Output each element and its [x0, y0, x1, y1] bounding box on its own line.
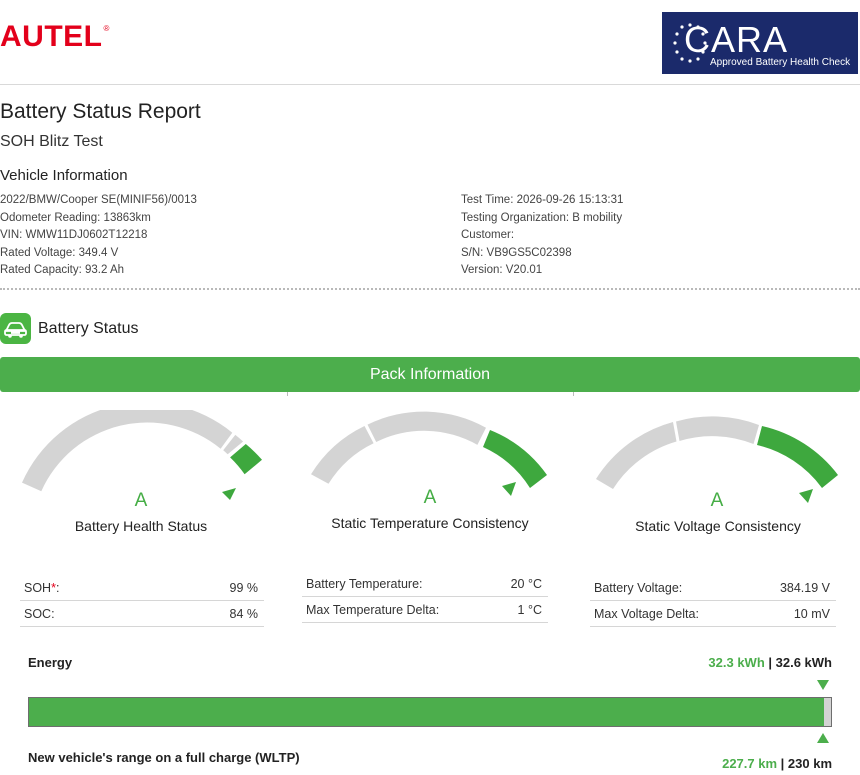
soc-row: SOC: 84 % [20, 601, 264, 627]
soh-key-colon: : [55, 581, 60, 595]
registered-mark: ® [103, 24, 110, 33]
column-divider [573, 392, 574, 396]
pack-information-header: Pack Information [0, 357, 860, 392]
battery-status-title: Battery Status [38, 320, 139, 337]
gauge-pointer [799, 489, 813, 503]
autel-logo: AUTEL® [0, 20, 110, 54]
gauge-track [367, 411, 486, 445]
battery-temperature-row: Battery Temperature: 20 °C [302, 571, 548, 597]
battery-health-grade: A [134, 490, 148, 511]
max-voltage-delta-row: Max Voltage Delta: 10 mV [590, 601, 836, 627]
vehicle-info-left: 2022/BMW/Cooper SE(MINIF56)/0013 Odomete… [0, 192, 197, 280]
soc-key: SOC: [24, 607, 55, 621]
gauge-pointer [222, 488, 236, 500]
range-current: 227.7 km [722, 756, 778, 771]
soc-value: 84 % [229, 607, 259, 621]
rated-voltage: Rated Voltage: 349.4 V [0, 246, 119, 259]
range-label: New vehicle's range on a full charge (WL… [28, 750, 300, 765]
testing-organization: Testing Organization: B mobility [461, 211, 623, 224]
vehicle-model: 2022/BMW/Cooper SE(MINIF56)/0013 [0, 194, 197, 206]
range-values: 227.7 km | 230 km [722, 756, 832, 771]
car-battery-glyph [4, 322, 27, 338]
energy-values: 32.3 kWh | 32.6 kWh [708, 655, 832, 670]
gauge-track [596, 422, 677, 489]
gauge-level-segment [483, 430, 547, 488]
battery-voltage-row: Battery Voltage: 384.19 V [590, 575, 836, 601]
software-version: Version: V20.01 [461, 264, 543, 276]
energy-bar [28, 697, 832, 727]
vehicle-info-right: Test Time: 2026-09-26 15:13:31 Testing O… [461, 192, 623, 280]
column-divider [287, 392, 288, 396]
car-battery-icon [0, 313, 31, 344]
customer: Customer: [461, 229, 515, 241]
energy-separator: | [764, 655, 776, 670]
max-temperature-delta-value: 1 °C [517, 603, 542, 617]
max-temperature-delta-key: Max Temperature Delta: [306, 603, 440, 617]
gauge-level-segment [757, 426, 838, 488]
cara-subtitle: Approved Battery Health Check [710, 57, 851, 68]
energy-nominal: 32.6 kWh [775, 655, 832, 670]
range-nominal: 230 km [787, 756, 832, 771]
report-title: Battery Status Report [0, 100, 201, 123]
energy-label: Energy [28, 655, 73, 670]
autel-logo-text: AUTEL [0, 20, 103, 53]
temperature-consistency-grade: A [423, 487, 437, 508]
soh-row: SOH*: 99 % [20, 575, 264, 601]
soh-value: 99 % [229, 581, 259, 595]
max-voltage-delta-key: Max Voltage Delta: [594, 607, 699, 621]
energy-bar-fill [29, 698, 824, 726]
gauge-track [676, 416, 759, 444]
gauge-track [311, 426, 374, 484]
serial-number: S/N: VB9GS5C02398 [461, 246, 572, 259]
voltage-consistency-grade: A [710, 490, 724, 511]
odometer-reading: Odometer Reading: 13863km [0, 211, 151, 224]
test-time: Test Time: 2026-09-26 15:13:31 [461, 194, 624, 206]
battery-health-label: Battery Health Status [74, 518, 208, 534]
battery-voltage-value: 384.19 V [779, 581, 830, 595]
vin: VIN: WMW11DJ0602T12218 [0, 229, 148, 241]
energy-current: 32.3 kWh [708, 655, 765, 670]
max-voltage-delta-value: 10 mV [793, 607, 830, 621]
rated-capacity: Rated Capacity: 93.2 Ah [0, 264, 125, 276]
battery-temperature-value: 20 °C [510, 577, 542, 591]
cara-badge: CARA Approved Battery Health Check [662, 12, 858, 74]
voltage-consistency-label: Static Voltage Consistency [635, 518, 801, 534]
battery-temperature-key: Battery Temperature: [306, 577, 423, 591]
gauge-level-segment [230, 444, 262, 475]
battery-voltage-key: Battery Voltage: [594, 581, 683, 595]
soh-key-text: SOH [24, 581, 52, 595]
range-separator: | [777, 756, 788, 771]
section-divider [0, 288, 860, 290]
report-subtitle: SOH Blitz Test [0, 133, 103, 150]
energy-marker-down-icon [817, 680, 829, 690]
vehicle-info-title: Vehicle Information [0, 167, 128, 184]
soh-key: SOH*: [24, 581, 59, 595]
temperature-consistency-label: Static Temperature Consistency [331, 515, 529, 531]
range-marker-up-icon [817, 733, 829, 743]
report-header: AUTEL® CARA Approved Battery Health Chec… [0, 0, 860, 85]
cara-title: CARA [684, 19, 789, 60]
gauge-pointer [502, 482, 516, 496]
max-temperature-delta-row: Max Temperature Delta: 1 °C [302, 597, 548, 623]
gauge-track [22, 410, 233, 492]
